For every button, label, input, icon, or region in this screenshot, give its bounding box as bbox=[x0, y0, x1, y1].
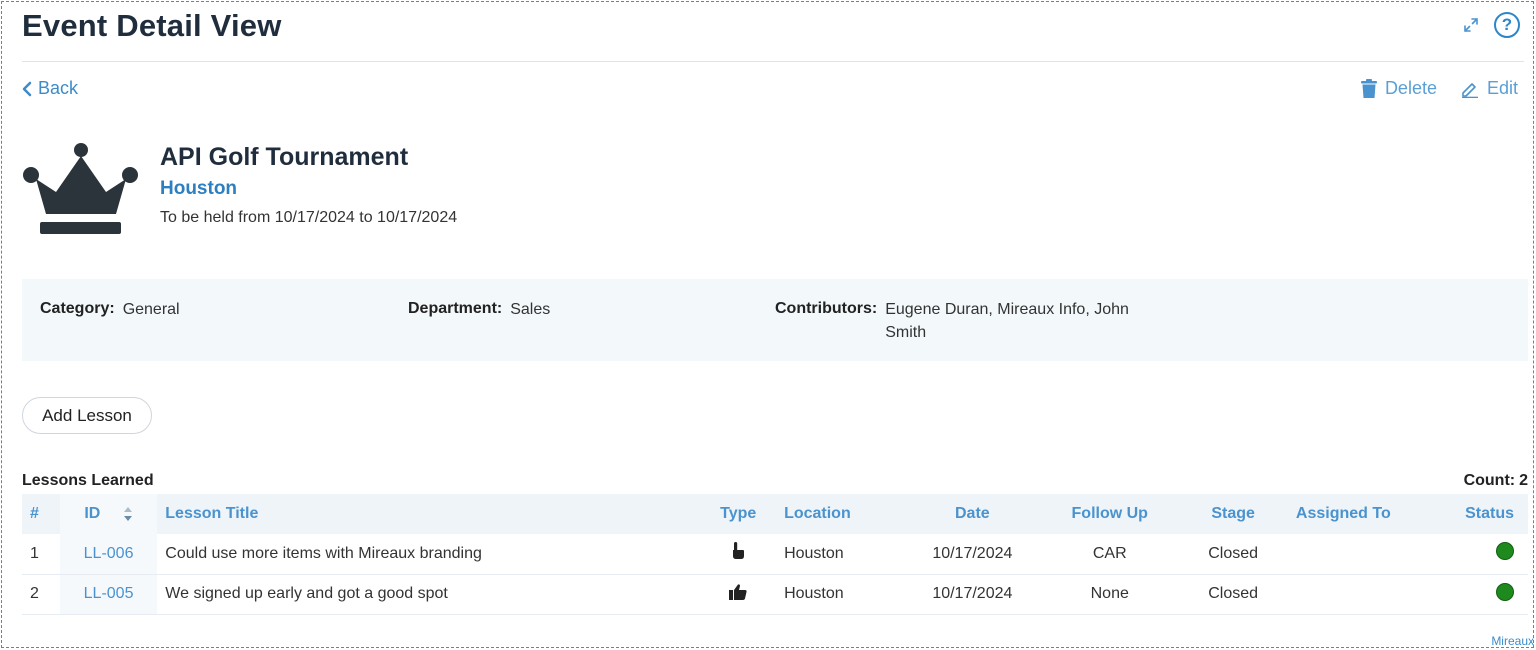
row-num: 1 bbox=[22, 534, 60, 575]
row-id-cell: LL-005 bbox=[59, 574, 158, 615]
category-label: Category: bbox=[40, 300, 115, 317]
title-divider bbox=[22, 61, 1524, 62]
count-value: 2 bbox=[1519, 472, 1528, 489]
table-row[interactable]: 1 LL-006 Could use more items with Mirea… bbox=[22, 534, 1528, 575]
sort-icon[interactable] bbox=[123, 506, 133, 522]
col-date[interactable]: Date bbox=[904, 494, 1042, 534]
footer-brand: Mireaux bbox=[1491, 634, 1534, 648]
lessons-count: Count: 2 bbox=[1464, 472, 1528, 490]
row-status bbox=[1457, 534, 1528, 575]
col-location[interactable]: Location bbox=[776, 494, 904, 534]
help-icon[interactable]: ? bbox=[1494, 12, 1520, 38]
col-follow-up[interactable]: Follow Up bbox=[1041, 494, 1178, 534]
back-label: Back bbox=[38, 78, 79, 98]
header-actions: Delete Edit bbox=[1360, 78, 1518, 99]
top-icons: ? bbox=[1460, 12, 1520, 38]
event-name: API Golf Tournament bbox=[160, 143, 409, 171]
count-label: Count: bbox=[1463, 472, 1516, 489]
chevron-left-icon bbox=[22, 81, 32, 96]
department-label: Department: bbox=[408, 300, 503, 317]
edit-button[interactable]: Edit bbox=[1461, 78, 1518, 99]
pointing-hand-icon bbox=[733, 542, 745, 560]
row-assigned-to bbox=[1287, 534, 1458, 575]
event-dates: To be held from 10/17/2024 to 10/17/2024 bbox=[160, 209, 458, 226]
row-num: 2 bbox=[22, 574, 60, 615]
row-status bbox=[1457, 574, 1528, 615]
lessons-table: # ID Lesson Title Type Location Date Fol… bbox=[22, 494, 1528, 615]
status-green-dot bbox=[1496, 542, 1514, 561]
col-stage[interactable]: Stage bbox=[1178, 494, 1288, 534]
col-status[interactable]: Status bbox=[1457, 494, 1528, 534]
col-id[interactable]: ID bbox=[59, 494, 158, 534]
contributors-label: Contributors: bbox=[775, 300, 878, 317]
row-location: Houston bbox=[776, 534, 904, 575]
expand-icon[interactable] bbox=[1460, 14, 1482, 36]
row-type bbox=[700, 534, 777, 575]
row-date: 10/17/2024 bbox=[903, 574, 1042, 615]
row-assigned-to bbox=[1287, 574, 1458, 615]
status-green-dot bbox=[1496, 582, 1514, 601]
row-follow-up: CAR bbox=[1041, 534, 1179, 575]
contributors-value: Eugene Duran, Mireaux Info, John Smith bbox=[885, 301, 1129, 341]
lessons-section-title: Lessons Learned bbox=[22, 472, 154, 489]
category-value: General bbox=[122, 301, 180, 318]
row-follow-up: None bbox=[1041, 574, 1179, 615]
event-location[interactable]: Houston bbox=[160, 178, 237, 200]
row-title: Could use more items with Mireaux brandi… bbox=[157, 534, 701, 575]
add-lesson-button[interactable]: Add Lesson bbox=[22, 397, 152, 434]
col-num[interactable]: # bbox=[22, 494, 60, 534]
col-type[interactable]: Type bbox=[700, 494, 776, 534]
crown-icon bbox=[23, 143, 138, 234]
row-title: We signed up early and got a good spot bbox=[157, 574, 701, 615]
table-header-row: # ID Lesson Title Type Location Date Fol… bbox=[22, 494, 1528, 534]
row-date: 10/17/2024 bbox=[903, 534, 1042, 575]
row-type bbox=[700, 574, 777, 615]
lesson-id-link[interactable]: LL-005 bbox=[84, 585, 134, 602]
row-stage: Closed bbox=[1178, 574, 1288, 615]
edit-label: Edit bbox=[1486, 78, 1518, 98]
delete-label: Delete bbox=[1384, 78, 1437, 98]
contributors-field: Contributors: Eugene Duran, Mireaux Info… bbox=[775, 300, 1135, 344]
col-assigned-to[interactable]: Assigned To bbox=[1288, 494, 1457, 534]
department-value: Sales bbox=[510, 301, 551, 318]
col-id-label: ID bbox=[84, 505, 101, 522]
trash-icon bbox=[1360, 79, 1377, 98]
table-row[interactable]: 2 LL-005 We signed up early and got a go… bbox=[22, 574, 1528, 615]
delete-button[interactable]: Delete bbox=[1360, 78, 1437, 99]
department-field: Department: Sales bbox=[408, 300, 550, 321]
row-stage: Closed bbox=[1178, 534, 1288, 575]
col-lesson-title[interactable]: Lesson Title bbox=[157, 494, 700, 534]
row-id-cell: LL-006 bbox=[59, 534, 158, 575]
pencil-icon bbox=[1461, 82, 1478, 98]
page-title: Event Detail View bbox=[22, 8, 282, 43]
row-location: Houston bbox=[776, 574, 904, 615]
event-info-panel: Category: General Department: Sales Cont… bbox=[22, 279, 1528, 361]
thumbs-up-icon bbox=[729, 583, 747, 600]
lesson-id-link[interactable]: LL-006 bbox=[84, 545, 134, 562]
back-link[interactable]: Back bbox=[22, 78, 78, 99]
category-field: Category: General bbox=[40, 300, 180, 321]
